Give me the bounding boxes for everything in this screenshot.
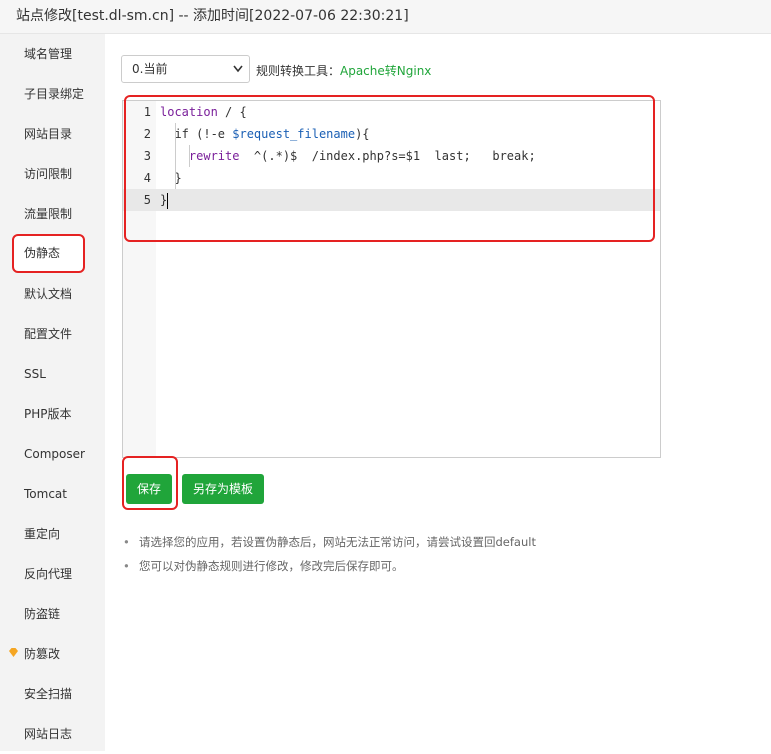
main-content: 0.当前 规则转换工具： Apache转Nginx 1 location / {2… <box>105 34 771 751</box>
sidebar-item[interactable]: 默认文档 <box>0 274 105 314</box>
sidebar: 域名管理子目录绑定网站目录访问限制流量限制伪静态默认文档配置文件 SSL PHP版本… <box>0 34 105 751</box>
sidebar-item[interactable]: 防篡改 <box>0 634 105 674</box>
sidebar-item-label: 安全扫描 <box>24 687 73 701</box>
help-notes: 请选择您的应用，若设置伪静态后，网站无法正常访问，请尝试设置回default您可… <box>123 532 763 580</box>
sidebar-item-label: 伪静态 <box>24 246 61 260</box>
sidebar-item[interactable]: 安全扫描 <box>0 674 105 714</box>
sidebar-item-label: Tomcat <box>24 487 67 501</box>
save-button[interactable]: 保存 <box>126 474 172 504</box>
sidebar-item-label: 配置文件 <box>24 327 73 341</box>
sidebar-item[interactable]: 域名管理 <box>0 34 105 74</box>
sidebar-item[interactable]: 防盗链 <box>0 594 105 634</box>
sidebar-item[interactable]: PHP版本 <box>0 394 105 434</box>
version-select-value: 0.当前 <box>132 62 168 76</box>
sidebar-item[interactable]: 重定向 <box>0 514 105 554</box>
chevron-down-icon <box>233 56 243 93</box>
help-note: 您可以对伪静态规则进行修改，修改完后保存即可。 <box>123 556 763 580</box>
sidebar-item-label: 流量限制 <box>24 207 73 221</box>
sidebar-item-label: 域名管理 <box>24 47 73 61</box>
sidebar-item-label: 子目录绑定 <box>24 87 85 101</box>
sidebar-item[interactable]: 反向代理 <box>0 554 105 594</box>
sidebar-item-label: 网站目录 <box>24 127 73 141</box>
window-title: 站点修改[test.dl-sm.cn] -- 添加时间[2022-07-06 2… <box>16 8 409 24</box>
save-as-template-button[interactable]: 另存为模板 <box>182 474 264 504</box>
sidebar-item-label: SSL <box>24 367 46 381</box>
title-bar: 站点修改[test.dl-sm.cn] -- 添加时间[2022-07-06 2… <box>0 0 771 34</box>
sidebar-item-label: 访问限制 <box>24 167 73 181</box>
help-note: 请选择您的应用，若设置伪静态后，网站无法正常访问，请尝试设置回default <box>123 532 763 556</box>
sidebar-item-label: 默认文档 <box>24 287 73 301</box>
sidebar-item[interactable]: 配置文件 <box>0 314 105 354</box>
apache-to-nginx-link[interactable]: Apache转Nginx <box>340 62 431 79</box>
highlight-box-editor <box>124 95 655 242</box>
sidebar-item[interactable]: 网站日志 <box>0 714 105 754</box>
sidebar-item[interactable]: Tomcat <box>0 474 105 514</box>
sidebar-item-label: Composer <box>24 447 85 461</box>
sidebar-item[interactable]: Composer <box>0 434 105 474</box>
sidebar-item-label: 防篡改 <box>24 647 61 661</box>
sidebar-item[interactable]: SSL <box>0 354 105 394</box>
sidebar-item-label: 反向代理 <box>24 567 73 581</box>
sidebar-item[interactable]: 子目录绑定 <box>0 74 105 114</box>
sidebar-item[interactable]: 网站目录 <box>0 114 105 154</box>
version-select[interactable]: 0.当前 <box>121 55 250 83</box>
sidebar-item[interactable]: 访问限制 <box>0 154 105 194</box>
sidebar-item[interactable]: 伪静态 <box>12 234 85 273</box>
sidebar-item[interactable]: 流量限制 <box>0 194 105 234</box>
sidebar-item-label: 网站日志 <box>24 727 73 741</box>
sidebar-item-label: PHP版本 <box>24 407 72 421</box>
sidebar-item-label: 防盗链 <box>24 607 61 621</box>
sidebar-item-label: 重定向 <box>24 527 61 541</box>
rule-convert-label: 规则转换工具： <box>256 64 341 78</box>
